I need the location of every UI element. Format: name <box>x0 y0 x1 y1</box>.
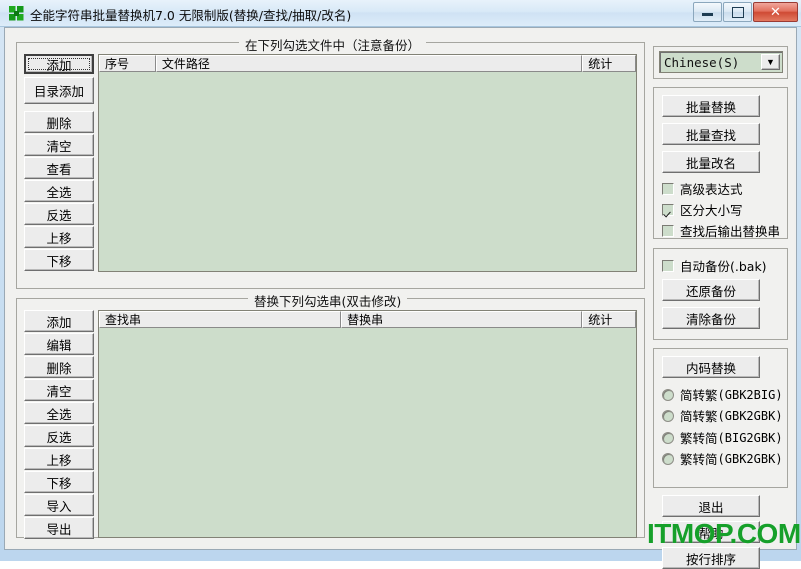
auto-backup-label: 自动备份(.bak) <box>680 259 767 274</box>
files-clear-button[interactable]: 清空 <box>24 134 94 156</box>
radio-gbk2big-label-cn: 简转繁 <box>680 388 718 403</box>
rules-col-find[interactable]: 查找串 <box>99 311 342 328</box>
files-select-all-button[interactable]: 全选 <box>24 180 94 202</box>
radio-big2gbk[interactable] <box>662 431 674 444</box>
files-group-title: 在下列勾选文件中（注意备份） <box>239 35 427 54</box>
files-view-button[interactable]: 查看 <box>24 157 94 179</box>
chevron-down-icon[interactable]: ▼ <box>761 54 780 70</box>
rules-listview[interactable]: 查找串 替换串 统计 <box>98 310 637 538</box>
rules-group-title: 替换下列勾选串(双击修改) <box>248 291 408 310</box>
minimize-icon <box>694 3 721 21</box>
minimize-button[interactable] <box>693 2 722 22</box>
radio-gbk2gbk-s2t-row[interactable]: 简转繁 (GBK2GBK) <box>662 406 783 425</box>
exit-button[interactable]: 退出 <box>662 495 760 517</box>
rules-listview-header: 查找串 替换串 统计 <box>99 311 636 328</box>
title-bar[interactable]: 全能字符串批量替换机7.0 无限制版(替换/查找/抽取/改名) ✕ <box>0 0 801 27</box>
rules-col-count[interactable]: 统计 <box>582 311 636 328</box>
rules-invert-select-button[interactable]: 反选 <box>24 425 94 447</box>
maximize-button[interactable] <box>723 2 752 22</box>
advanced-regex-checkbox-row[interactable]: 高级表达式 <box>662 179 743 198</box>
output-replacement-checkbox-row[interactable]: 查找后输出替换串 <box>662 221 780 240</box>
batch-rename-button[interactable]: 批量改名 <box>662 151 760 173</box>
client-area: 在下列勾选文件中（注意备份） 添加 目录添加 删除 清空 查看 全选 反选 上移… <box>4 27 797 569</box>
client-inner: 在下列勾选文件中（注意备份） 添加 目录添加 删除 清空 查看 全选 反选 上移… <box>7 30 794 569</box>
radio-big2gbk-label-code: (BIG2GBK) <box>717 430 783 445</box>
radio-big2gbk-label-cn: 繁转简 <box>680 431 718 446</box>
output-replacement-checkbox[interactable] <box>662 224 674 237</box>
radio-gbk2gbk-t2s-row[interactable]: 繁转简 (GBK2GBK) <box>662 449 783 468</box>
rules-clear-button[interactable]: 清空 <box>24 379 94 401</box>
files-delete-button[interactable]: 删除 <box>24 111 94 133</box>
files-move-up-button[interactable]: 上移 <box>24 226 94 248</box>
rules-delete-button[interactable]: 删除 <box>24 356 94 378</box>
radio-gbk2big-label-code: (GBK2BIG) <box>717 387 783 402</box>
rules-col-replace[interactable]: 替换串 <box>341 311 583 328</box>
rules-add-button[interactable]: 添加 <box>24 310 94 332</box>
radio-big2gbk-row[interactable]: 繁转简 (BIG2GBK) <box>662 428 783 447</box>
rules-move-up-button[interactable]: 上移 <box>24 448 94 470</box>
advanced-regex-label: 高级表达式 <box>680 182 743 197</box>
files-col-path[interactable]: 文件路径 <box>155 55 583 72</box>
radio-gbk2big[interactable] <box>662 388 674 401</box>
clear-backup-button[interactable]: 清除备份 <box>662 307 760 329</box>
radio-gbk2gbk-t2s[interactable] <box>662 452 674 465</box>
rules-import-button[interactable]: 导入 <box>24 494 94 516</box>
language-selected-value: Chinese(S) <box>664 54 740 70</box>
files-add-button[interactable]: 添加 <box>24 54 94 74</box>
close-icon: ✕ <box>770 4 781 19</box>
files-add-label: 添加 <box>28 58 90 72</box>
match-case-label: 区分大小写 <box>680 203 743 218</box>
radio-gbk2gbk-s2t-label-cn: 简转繁 <box>680 409 718 424</box>
files-invert-select-button[interactable]: 反选 <box>24 203 94 225</box>
files-col-index[interactable]: 序号 <box>99 55 156 72</box>
files-move-down-button[interactable]: 下移 <box>24 249 94 271</box>
window-frame: 全能字符串批量替换机7.0 无限制版(替换/查找/抽取/改名) ✕ 在下列勾选文… <box>0 0 801 569</box>
match-case-checkbox[interactable] <box>662 203 674 216</box>
files-listview-body[interactable] <box>99 72 636 271</box>
auto-backup-checkbox[interactable] <box>662 259 674 272</box>
language-combobox[interactable]: Chinese(S) ▼ <box>659 51 783 73</box>
batch-find-button[interactable]: 批量查找 <box>662 123 760 145</box>
close-button[interactable]: ✕ <box>753 2 798 22</box>
files-listview[interactable]: 序号 文件路径 统计 <box>98 54 637 272</box>
rules-export-button[interactable]: 导出 <box>24 517 94 539</box>
application-window: 全能字符串批量替换机7.0 无限制版(替换/查找/抽取/改名) ✕ 在下列勾选文… <box>0 0 801 569</box>
radio-gbk2gbk-t2s-label-cn: 繁转简 <box>680 452 718 467</box>
radio-gbk2gbk-s2t[interactable] <box>662 409 674 422</box>
radio-gbk2gbk-s2t-label-code: (GBK2GBK) <box>717 408 783 423</box>
restore-backup-button[interactable]: 还原备份 <box>662 279 760 301</box>
files-col-count[interactable]: 统计 <box>582 55 636 72</box>
rules-listview-body[interactable] <box>99 328 636 537</box>
rules-edit-button[interactable]: 编辑 <box>24 333 94 355</box>
site-watermark: ITMOP.COM <box>647 518 801 549</box>
match-case-checkbox-row[interactable]: 区分大小写 <box>662 200 743 219</box>
output-replacement-label: 查找后输出替换串 <box>680 224 781 239</box>
advanced-regex-checkbox[interactable] <box>662 182 674 195</box>
rules-select-all-button[interactable]: 全选 <box>24 402 94 424</box>
auto-backup-checkbox-row[interactable]: 自动备份(.bak) <box>662 256 767 275</box>
rules-move-down-button[interactable]: 下移 <box>24 471 94 493</box>
sort-lines-button[interactable]: 按行排序 <box>662 547 760 569</box>
window-title: 全能字符串批量替换机7.0 无限制版(替换/查找/抽取/改名) <box>30 8 352 23</box>
window-controls: ✕ <box>692 2 798 23</box>
app-puzzle-icon <box>9 6 24 21</box>
files-listview-header: 序号 文件路径 统计 <box>99 55 636 72</box>
maximize-icon <box>724 3 751 21</box>
radio-gbk2big-row[interactable]: 简转繁 (GBK2BIG) <box>662 385 783 404</box>
batch-replace-button[interactable]: 批量替换 <box>662 95 760 117</box>
radio-gbk2gbk-t2s-label-code: (GBK2GBK) <box>717 451 783 466</box>
encoding-convert-button[interactable]: 内码替换 <box>662 356 760 378</box>
files-add-folder-button[interactable]: 目录添加 <box>24 77 94 104</box>
